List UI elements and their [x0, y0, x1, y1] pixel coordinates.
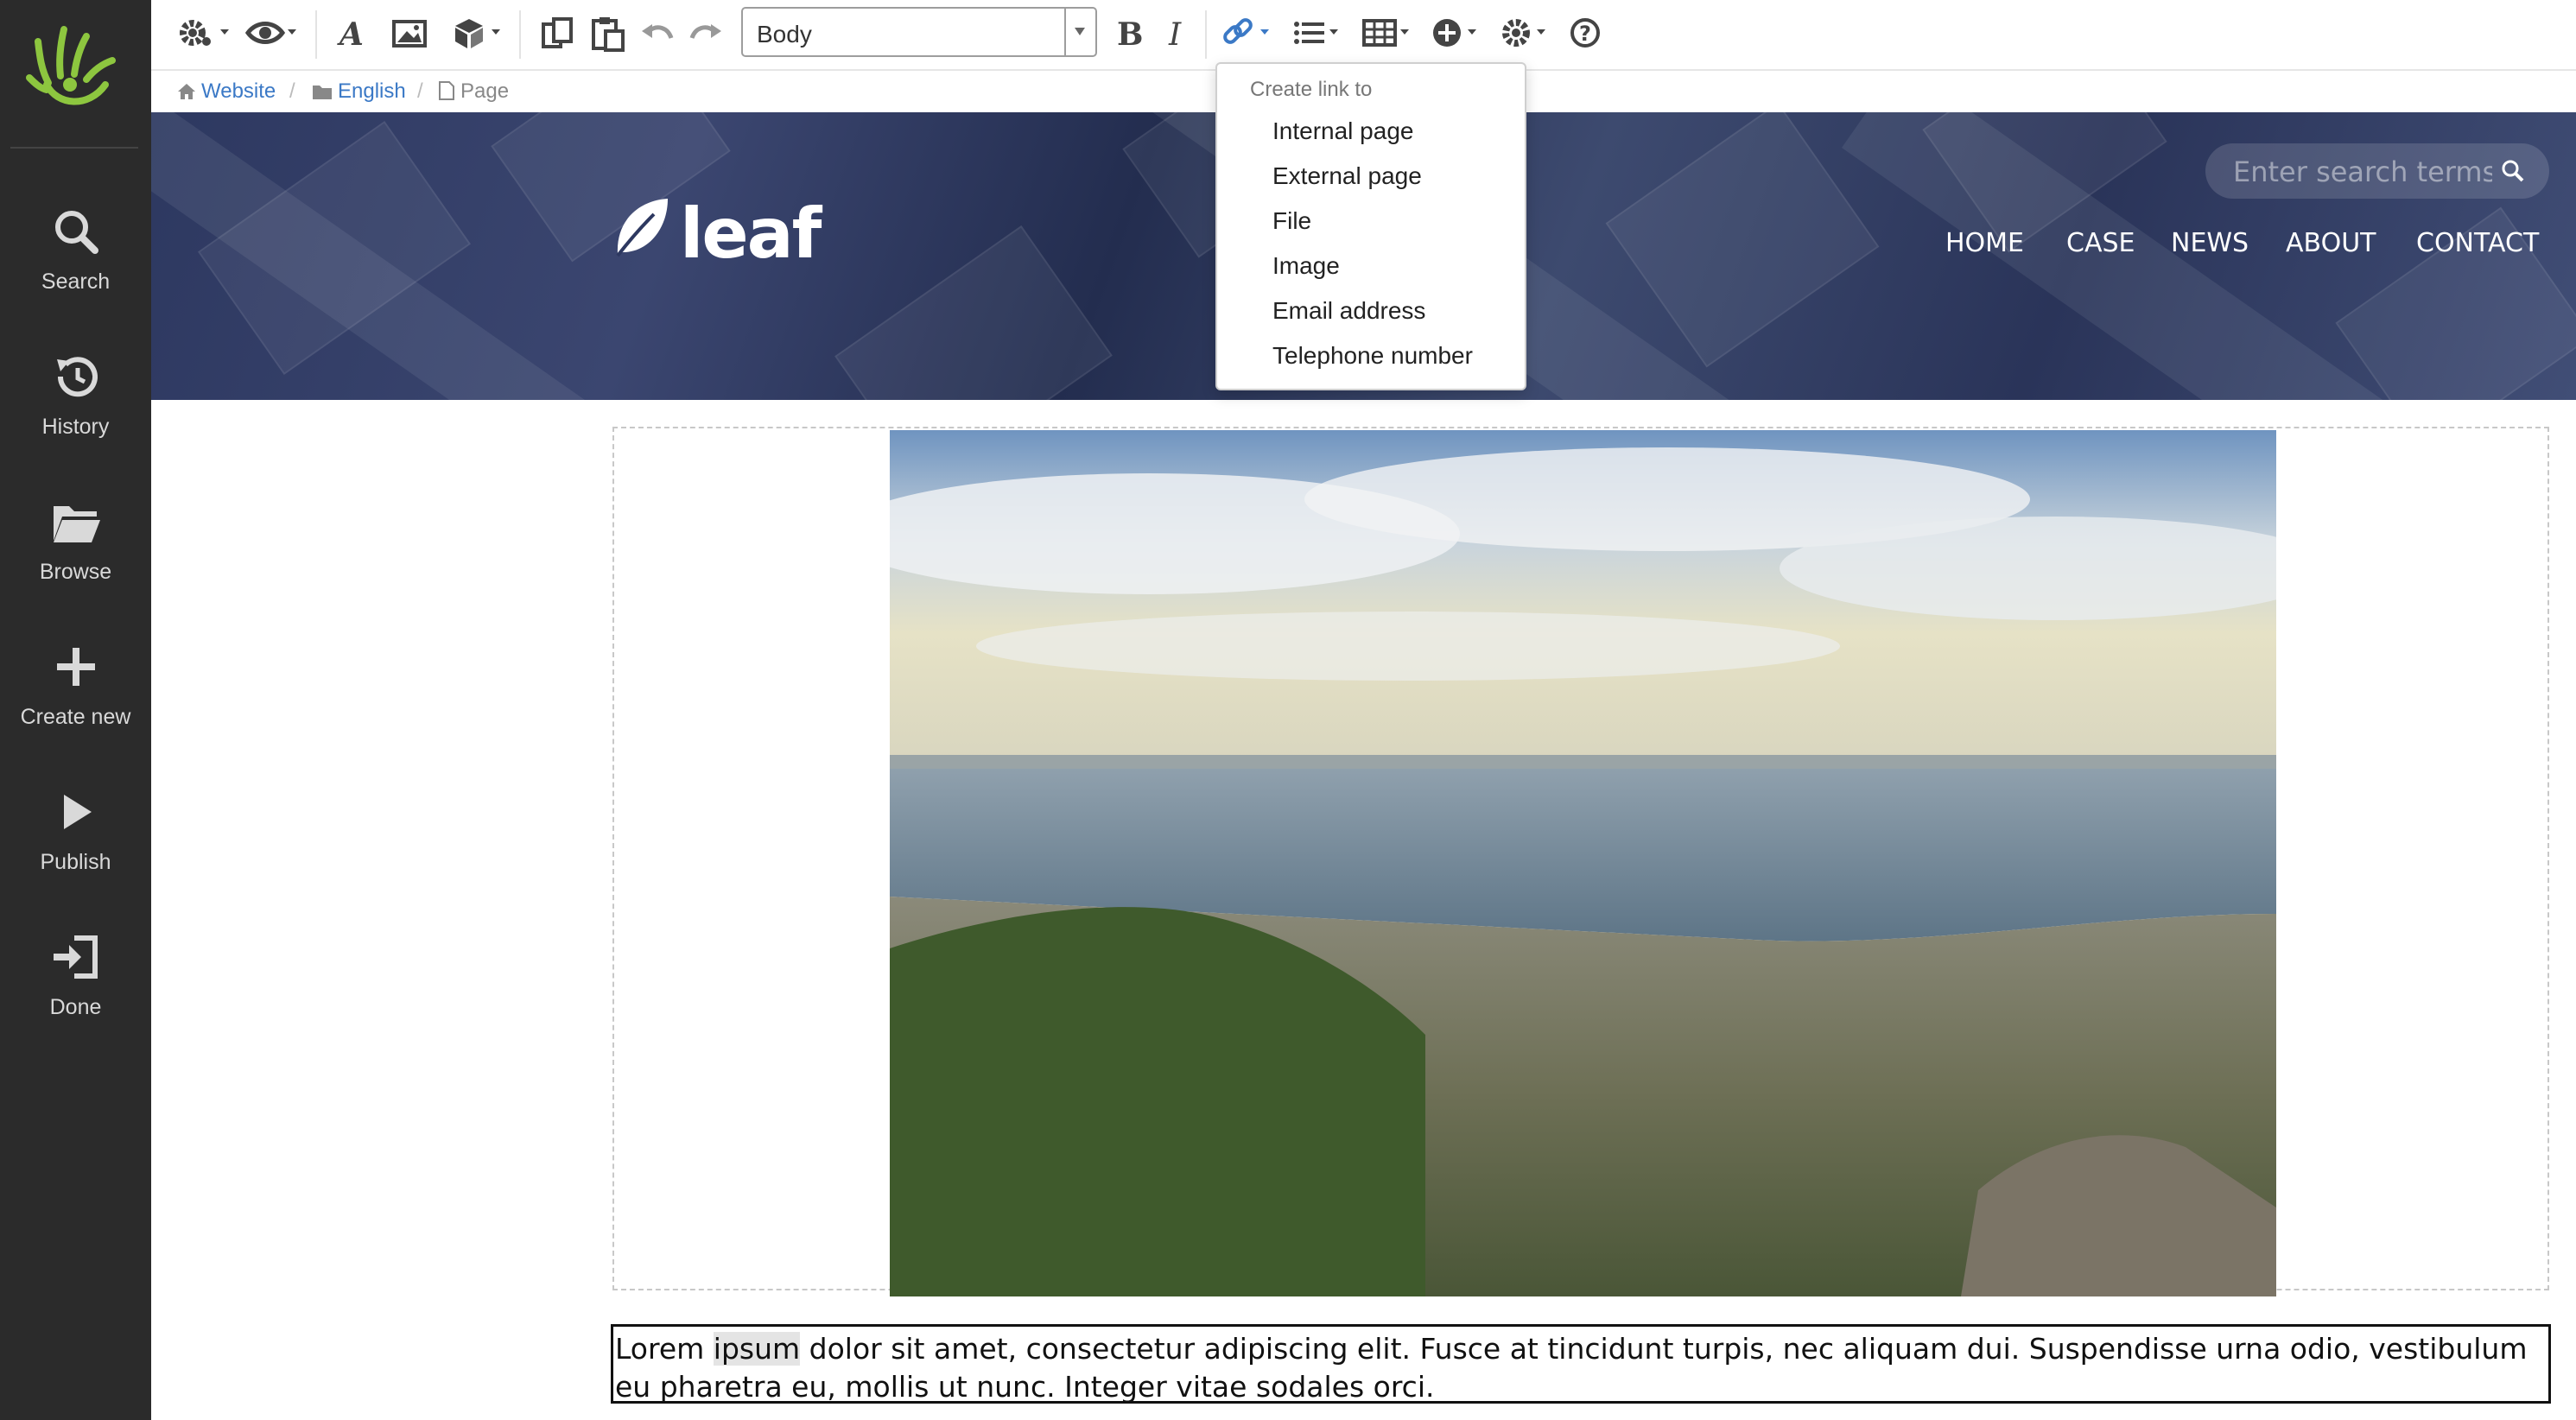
sidebar-item-browse[interactable]: Browse: [0, 487, 151, 608]
undo-icon: [642, 24, 674, 39]
insert-plugin-button[interactable]: [450, 14, 505, 54]
sidebar-item-label: Browse: [39, 560, 112, 584]
nav-case[interactable]: CASE: [2066, 228, 2135, 258]
sidebar-item-history[interactable]: History: [0, 342, 151, 463]
image-icon: [392, 20, 427, 48]
font-format-button[interactable]: A: [333, 14, 372, 54]
link-menu-item-telephone-number[interactable]: Telephone number: [1219, 335, 1523, 380]
copy-icon: [542, 17, 573, 48]
sidebar-item-label: History: [41, 415, 110, 439]
play-icon: [63, 795, 92, 829]
link-menu-item-external-page[interactable]: External page: [1219, 155, 1523, 200]
hand-logo-icon[interactable]: [22, 22, 128, 117]
font-icon: A: [337, 16, 364, 53]
breadcrumb-separator: /: [289, 79, 295, 103]
breadcrumb-item-website[interactable]: Website: [177, 79, 276, 104]
nav-news[interactable]: NEWS: [2171, 228, 2249, 258]
folder-icon: [313, 86, 332, 99]
toolbar-separator: [315, 10, 317, 59]
settings-menu-button[interactable]: [175, 14, 231, 54]
search-icon[interactable]: [2501, 159, 2525, 183]
block-settings-button[interactable]: [1499, 14, 1554, 54]
editor-toolbar: A Body B I ?: [151, 0, 2576, 71]
table-icon: [1362, 19, 1409, 47]
body-text-rest: dolor sit amet, consectetur adipiscing e…: [615, 1332, 2528, 1404]
link-dropdown-menu: Create link to Internal page External pa…: [1215, 62, 1526, 390]
link-menu-button[interactable]: [1221, 14, 1276, 54]
table-menu-button[interactable]: [1361, 14, 1416, 54]
gear-icon: [1502, 19, 1545, 47]
chevron-down-icon[interactable]: [1064, 9, 1095, 55]
link-menu-item-email-address[interactable]: Email address: [1219, 290, 1523, 335]
list-menu-button[interactable]: [1290, 14, 1345, 54]
sidebar-divider: [10, 147, 138, 149]
breadcrumb-label: Page: [460, 79, 510, 103]
paragraph-style-select[interactable]: Body: [741, 7, 1097, 57]
site-logo[interactable]: leaf: [611, 193, 822, 274]
nav-about[interactable]: ABOUT: [2286, 228, 2376, 258]
home-icon: [178, 84, 195, 99]
sidebar-item-label: Search: [41, 269, 111, 294]
link-menu-header: Create link to: [1250, 78, 1373, 101]
bold-icon: B: [1117, 16, 1143, 53]
paste-icon: [592, 17, 625, 52]
body-text-start: Lorem: [615, 1332, 714, 1366]
sidebar-item-label: Publish: [40, 850, 111, 874]
sidebar-item-publish[interactable]: Publish: [0, 777, 151, 898]
italic-icon: I: [1168, 17, 1182, 53]
bold-button[interactable]: B: [1110, 14, 1145, 54]
sidebar-item-label: Create new: [20, 705, 131, 729]
site-search-box: [2205, 143, 2549, 199]
hero-image[interactable]: [890, 430, 2276, 1296]
insert-image-button[interactable]: [390, 14, 429, 54]
gears-icon: [180, 20, 229, 46]
sidebar-item-search[interactable]: Search: [0, 197, 151, 318]
plus-circle-icon: [1433, 19, 1476, 47]
breadcrumb-item-page: Page: [438, 79, 509, 104]
plus-icon: [56, 648, 95, 686]
help-button[interactable]: ?: [1568, 14, 1608, 54]
sign-out-icon: [53, 935, 98, 979]
breadcrumb-label: Website: [201, 79, 276, 103]
site-search-input[interactable]: [2231, 154, 2494, 190]
breadcrumb-separator: /: [417, 79, 423, 103]
toolbar-separator: [1205, 10, 1207, 59]
redo-icon: [689, 24, 721, 39]
sidebar: Search History Browse Create new Publish: [0, 0, 151, 1420]
eye-icon: [244, 22, 296, 44]
breadcrumb-item-english[interactable]: English: [312, 79, 406, 104]
leaf-icon: [616, 199, 668, 257]
paragraph-style-value: Body: [757, 21, 812, 48]
folder-icon: [53, 506, 100, 542]
search-icon: [54, 211, 98, 254]
link-menu-item-file[interactable]: File: [1219, 200, 1523, 245]
file-icon: [439, 81, 454, 100]
paste-button[interactable]: [588, 14, 628, 54]
preview-menu-button[interactable]: [244, 14, 300, 54]
city-landscape-image: [890, 430, 2276, 1296]
cube-icon: [455, 19, 500, 48]
undo-button[interactable]: [637, 14, 676, 54]
sidebar-item-done[interactable]: Done: [0, 922, 151, 1043]
selected-word: ipsum: [713, 1332, 801, 1366]
link-menu-item-image[interactable]: Image: [1219, 245, 1523, 290]
breadcrumb-label: English: [338, 79, 406, 103]
italic-button[interactable]: I: [1158, 14, 1193, 54]
body-paragraph[interactable]: Lorem ipsum dolor sit amet, consectetur …: [611, 1324, 2551, 1404]
toolbar-separator: [519, 10, 521, 59]
history-icon: [56, 357, 98, 397]
help-icon-glyph: ?: [1579, 22, 1591, 46]
copy-button[interactable]: [538, 14, 578, 54]
list-icon: [1294, 22, 1338, 44]
sidebar-item-label: Done: [49, 995, 102, 1019]
nav-home[interactable]: HOME: [1945, 228, 2024, 258]
link-icon: [1223, 18, 1269, 44]
svg-text:A: A: [337, 16, 364, 53]
link-menu-item-internal-page[interactable]: Internal page: [1219, 111, 1523, 155]
sidebar-item-create-new[interactable]: Create new: [0, 632, 151, 753]
redo-button[interactable]: [687, 14, 726, 54]
nav-contact[interactable]: CONTACT: [2416, 228, 2539, 258]
site-logo-text: leaf: [680, 193, 822, 274]
insert-menu-button[interactable]: [1430, 14, 1485, 54]
